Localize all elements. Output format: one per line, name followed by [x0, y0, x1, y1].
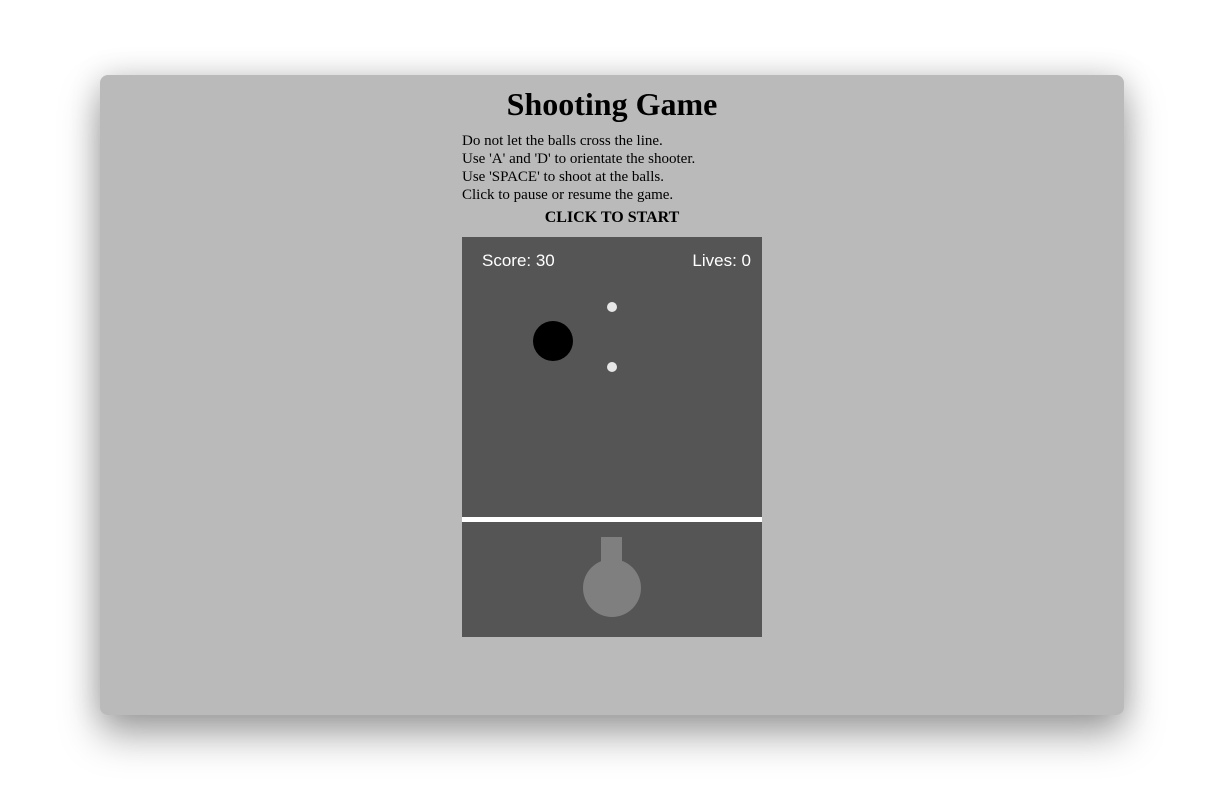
game-playfield	[462, 302, 762, 617]
instruction-line: Use 'SPACE' to shoot at the balls.	[462, 169, 664, 185]
start-prompt[interactable]: CLICK TO START	[462, 208, 762, 228]
shooter-base	[583, 559, 641, 617]
game-canvas[interactable]: Score: 30 Lives: 0	[462, 237, 762, 637]
enemy-ball	[533, 321, 573, 361]
page-title: Shooting Game	[506, 86, 718, 122]
instruction-line: Do not let the balls cross the line.	[462, 133, 663, 149]
shooter	[583, 537, 641, 617]
instruction-line: Use 'A' and 'D' to orientate the shooter…	[462, 151, 696, 167]
instructions: Do not let the balls cross the line. Use…	[462, 132, 762, 204]
instruction-line: Click to pause or resume the game.	[462, 187, 674, 203]
bullet	[607, 362, 617, 372]
boundary-line	[462, 517, 762, 522]
game-window: Shooting Game Do not let the balls cross…	[100, 75, 1124, 715]
lives-display: Lives: 0	[692, 251, 751, 270]
bullet	[607, 302, 617, 312]
score-display: Score: 30	[482, 251, 555, 270]
